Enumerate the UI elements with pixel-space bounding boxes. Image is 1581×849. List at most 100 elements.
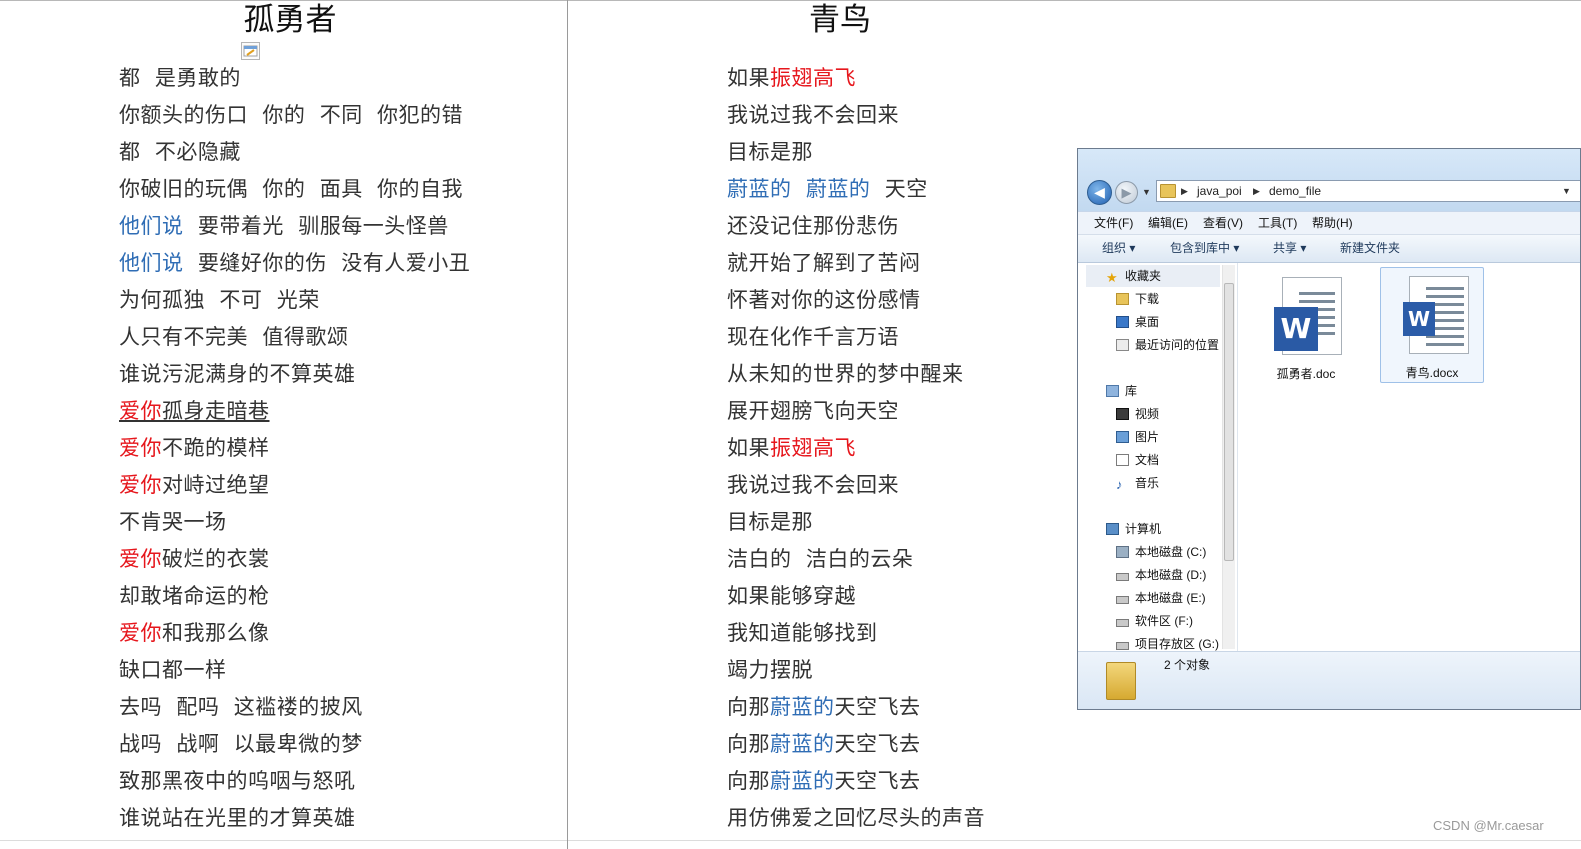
menu-view[interactable]: 查看(V) (1203, 212, 1243, 234)
lyric-line: 他们说 要缝好你的伤 没有人爱小丑 (119, 245, 470, 282)
address-bar[interactable]: ▶ java_poi ▶ demo_file ▼ (1156, 180, 1580, 202)
left-lyrics: 都 是勇敢的 你额头的伤口 你的 不同 你犯的错都 不必隐藏 你破旧的玩偶 你的 面… (119, 60, 470, 837)
menu-file[interactable]: 文件(F) (1094, 212, 1133, 234)
nav-computer[interactable]: 计算机 (1106, 520, 1161, 538)
lyric-segment: 还没记住那份悲伤 (727, 214, 899, 238)
lyric-segment: 天空飞去 (834, 769, 921, 793)
menu-tools[interactable]: 工具(T) (1258, 212, 1297, 234)
lyric-segment: 爱你 (119, 436, 162, 460)
lyric-line: 不肯哭一场 (119, 504, 470, 541)
right-doc-title: 青鸟 (809, 2, 871, 38)
command-toolbar: 组织 ▾ 包含到库中 ▾ 共享 ▾ 新建文件夹 (1078, 235, 1580, 263)
address-dropdown-icon[interactable]: ▼ (1562, 181, 1571, 201)
lyric-segment: 战吗 战啊 以最卑微的梦 (119, 732, 363, 756)
breadcrumb-separator-icon[interactable]: ▶ (1253, 181, 1260, 201)
breadcrumb-java-poi[interactable]: java_poi (1197, 181, 1242, 201)
lyric-segment: 展开翅膀飞向天空 (727, 399, 899, 423)
lyric-line: 我知道能够找到 (727, 615, 985, 652)
menu-edit[interactable]: 编辑(E) (1148, 212, 1188, 234)
lyric-segment: 却敢堵命运的枪 (119, 584, 270, 608)
nav-documents[interactable]: 文档 (1116, 451, 1159, 469)
lyric-segment: 他们说 (119, 214, 184, 238)
downloads-folder-icon (1116, 293, 1129, 305)
watermark: CSDN @Mr.caesar (1433, 818, 1544, 833)
nav-music[interactable]: ♪ 音乐 (1116, 474, 1159, 492)
lyric-segment: 天空飞去 (834, 695, 921, 719)
lyric-line: 怀著对你的这份感情 (727, 282, 985, 319)
edit-note-icon[interactable] (241, 42, 260, 60)
menu-bar: 文件(F) 编辑(E) 查看(V) 工具(T) 帮助(H) (1078, 211, 1580, 235)
share-button[interactable]: 共享 ▾ (1273, 235, 1306, 262)
recent-places-icon (1116, 339, 1129, 351)
star-icon: ★ (1106, 270, 1118, 285)
nav-libraries[interactable]: 库 (1106, 382, 1137, 400)
nav-drive-d[interactable]: 本地磁盘 (D:) (1116, 566, 1206, 584)
nav-drive-g[interactable]: 项目存放区 (G:) (1116, 635, 1219, 651)
nav-scrollbar-thumb[interactable] (1224, 283, 1234, 561)
lyric-line: 谁说污泥满身的不算英雄 (119, 356, 470, 393)
lyric-segment: 你额头的伤口 你的 不同 你犯的错 (119, 103, 464, 127)
lyric-segment: 爱你 (119, 399, 162, 423)
lyric-line: 都 是勇敢的 (119, 60, 470, 97)
nav-downloads[interactable]: 下载 (1116, 290, 1159, 308)
drive-icon (1116, 596, 1129, 604)
lyric-segment: 去吗 配吗 这褴褛的披风 (119, 695, 363, 719)
bottom-rule (0, 840, 1581, 841)
nav-pictures[interactable]: 图片 (1116, 428, 1159, 446)
lyric-line: 谁说站在光里的才算英雄 (119, 800, 470, 837)
organize-button[interactable]: 组织 ▾ (1102, 235, 1135, 262)
pictures-icon (1116, 431, 1129, 443)
lyric-line: 去吗 配吗 这褴褛的披风 (119, 689, 470, 726)
lyric-segment: 缺口都一样 (119, 658, 227, 682)
file-gu-yong-zhe-doc[interactable]: W 孤勇者.doc (1254, 269, 1358, 385)
nav-favorites[interactable]: ★ 收藏夹 (1106, 267, 1161, 285)
new-folder-button[interactable]: 新建文件夹 (1340, 235, 1400, 262)
nav-videos[interactable]: 视频 (1116, 405, 1159, 423)
lyric-segment: 目标是那 (727, 140, 813, 164)
lyric-segment: 破烂的衣裳 (162, 547, 270, 571)
lyric-line: 还没记住那份悲伤 (727, 208, 985, 245)
lyric-segment: 如果 (727, 436, 770, 460)
back-arrow-icon[interactable]: ◀ (1087, 180, 1112, 205)
desktop-icon (1116, 316, 1129, 328)
lyric-segment: 爱你 (119, 473, 162, 497)
lyric-line: 目标是那 (727, 504, 985, 541)
system-drive-icon (1116, 546, 1129, 558)
item-count: 2 个对象 (1164, 658, 1211, 672)
nav-drive-c[interactable]: 本地磁盘 (C:) (1116, 543, 1206, 561)
left-doc-title: 孤勇者 (243, 2, 337, 38)
lyric-segment: 都 是勇敢的 (119, 66, 241, 90)
nav-drive-e[interactable]: 本地磁盘 (E:) (1116, 589, 1206, 607)
lyric-line: 现在化作千言万语 (727, 319, 985, 356)
lyric-segment: 如果 (727, 66, 770, 90)
lyric-segment: 如果能够穿越 (727, 584, 856, 608)
lyric-segment: 我说过我不会回来 (727, 473, 899, 497)
lyric-segment: 爱你 (119, 547, 162, 571)
lyric-line: 就开始了解到了苦闷 (727, 245, 985, 282)
lyric-line: 都 不必隐藏 (119, 134, 470, 171)
lyric-line: 我说过我不会回来 (727, 467, 985, 504)
nav-desktop[interactable]: 桌面 (1116, 313, 1159, 331)
forward-arrow-icon[interactable]: ▶ (1115, 181, 1138, 204)
lyric-segment: 就开始了解到了苦闷 (727, 251, 921, 275)
menu-help[interactable]: 帮助(H) (1312, 212, 1353, 234)
nav-drive-f[interactable]: 软件区 (F:) (1116, 612, 1193, 630)
include-in-library-button[interactable]: 包含到库中 ▾ (1170, 235, 1239, 262)
lyric-segment: 蔚蓝的 (770, 695, 835, 719)
nav-recent-places[interactable]: 最近访问的位置 (1116, 336, 1219, 354)
breadcrumb-demo-file[interactable]: demo_file (1269, 181, 1321, 201)
lyric-segment: 振翅高飞 (770, 66, 856, 90)
lyric-segment: 和我那么像 (162, 621, 270, 645)
lyric-segment: 不跪的模样 (162, 436, 270, 460)
lyric-segment: 蔚蓝的 (770, 732, 835, 756)
library-icon (1106, 385, 1119, 397)
lyric-segment: 人只有不完美 值得歌颂 (119, 325, 349, 349)
history-dropdown-icon[interactable]: ▼ (1142, 187, 1151, 197)
lyric-segment: 蔚蓝的 (770, 769, 835, 793)
breadcrumb-separator-icon[interactable]: ▶ (1181, 181, 1188, 201)
lyric-segment: 竭力摆脱 (727, 658, 813, 682)
file-qing-niao-docx[interactable]: W 青鸟.docx (1380, 267, 1484, 383)
lyric-line: 你额头的伤口 你的 不同 你犯的错 (119, 97, 470, 134)
lyric-line: 我说过我不会回来 (727, 97, 985, 134)
lyric-segment: 从未知的世界的梦中醒来 (727, 362, 964, 386)
